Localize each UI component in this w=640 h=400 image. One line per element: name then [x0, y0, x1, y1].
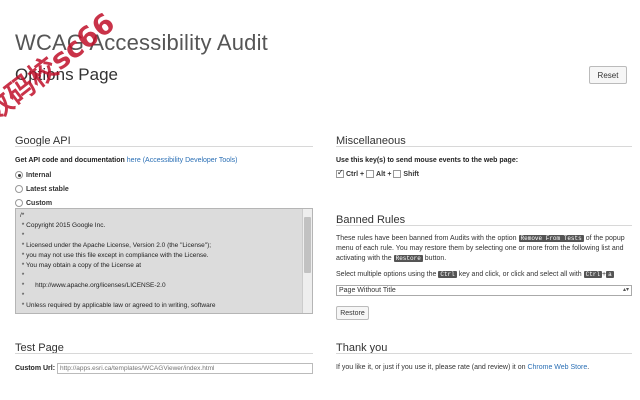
api-intro: Get API code and documentation here (Acc… [15, 157, 238, 164]
api-docs-link[interactable]: here (Accessibility Developer Tools) [127, 157, 238, 164]
banned-text: key and click, or click and select all w… [458, 271, 582, 278]
banned-text: of the popup [585, 235, 625, 242]
custom-url-label: Custom Url: [15, 365, 56, 372]
license-text: /* * Copyright 2015 Google Inc. * * Lice… [20, 212, 216, 309]
a-kbd: a [606, 271, 614, 278]
license-scrollbar-thumb[interactable] [304, 217, 311, 273]
divider [15, 353, 313, 354]
ctrl-kbd: Ctrl [583, 271, 603, 278]
license-textarea[interactable]: /* * Copyright 2015 Google Inc. * * Lice… [15, 208, 313, 314]
shift-checkbox-box[interactable] [393, 170, 402, 178]
radio-internal-circle[interactable] [15, 171, 23, 179]
radio-internal-label: Internal [26, 171, 52, 179]
banned-instructions: Select multiple options using the Ctrl k… [336, 270, 632, 280]
alt-checkbox-box[interactable] [366, 170, 375, 178]
ctrl-checkbox-label: Ctrl + [346, 170, 365, 178]
banned-rules-select[interactable]: Page Without Title ▴▾ [336, 285, 632, 296]
custom-url-input[interactable] [57, 363, 313, 374]
shift-checkbox[interactable]: Shift [393, 170, 419, 178]
restore-button[interactable]: Restore [336, 306, 369, 320]
api-intro-text: Get API code and documentation [15, 157, 125, 164]
radio-latest-stable-circle[interactable] [15, 185, 23, 193]
radio-latest-stable[interactable]: Latest stable [15, 182, 69, 196]
alt-checkbox-label: Alt + [376, 170, 392, 178]
radio-latest-stable-label: Latest stable [26, 185, 69, 193]
ctrl-checkbox-box[interactable] [336, 168, 344, 178]
banned-description: These rules have been banned from Audits… [336, 234, 632, 264]
divider [336, 353, 632, 354]
ctrl-kbd: Ctrl [438, 271, 457, 278]
thanks-text: If you like it, or just if you use it, p… [336, 363, 589, 373]
radio-custom-label: Custom [26, 199, 53, 207]
api-source-radio-group: Internal Latest stable Custom [15, 168, 69, 210]
thanks-text-b: . [587, 364, 590, 371]
restore-kbd: Restore [393, 255, 423, 262]
reset-button[interactable]: Reset [589, 66, 627, 84]
modifier-keys-group: Ctrl + Alt + Shift [336, 168, 419, 178]
shift-checkbox-label: Shift [403, 170, 419, 178]
remove-from-tests-kbd: Remove From Tests [518, 235, 584, 242]
banned-text: Select multiple options using the [336, 271, 437, 278]
divider [336, 146, 632, 147]
banned-text: These rules have been banned from Audits… [336, 235, 517, 242]
thanks-text-a: If you like it, or just if you use it, p… [336, 364, 526, 371]
chrome-web-store-link[interactable]: Chrome Web Store [527, 364, 587, 371]
divider [336, 225, 632, 226]
divider [15, 146, 313, 147]
banned-rules-select-value: Page Without Title [339, 287, 396, 294]
radio-internal[interactable]: Internal [15, 168, 69, 182]
banned-text: button. [424, 255, 447, 262]
alt-checkbox[interactable]: Alt + [366, 170, 392, 178]
radio-custom-circle[interactable] [15, 199, 23, 207]
misc-description: Use this key(s) to send mouse events to … [336, 157, 519, 164]
banned-text: menu of each rule. You may restore them … [336, 245, 610, 252]
ctrl-checkbox[interactable]: Ctrl + [336, 168, 365, 178]
scroll-arrows-icon[interactable]: ▴▾ [623, 286, 629, 295]
